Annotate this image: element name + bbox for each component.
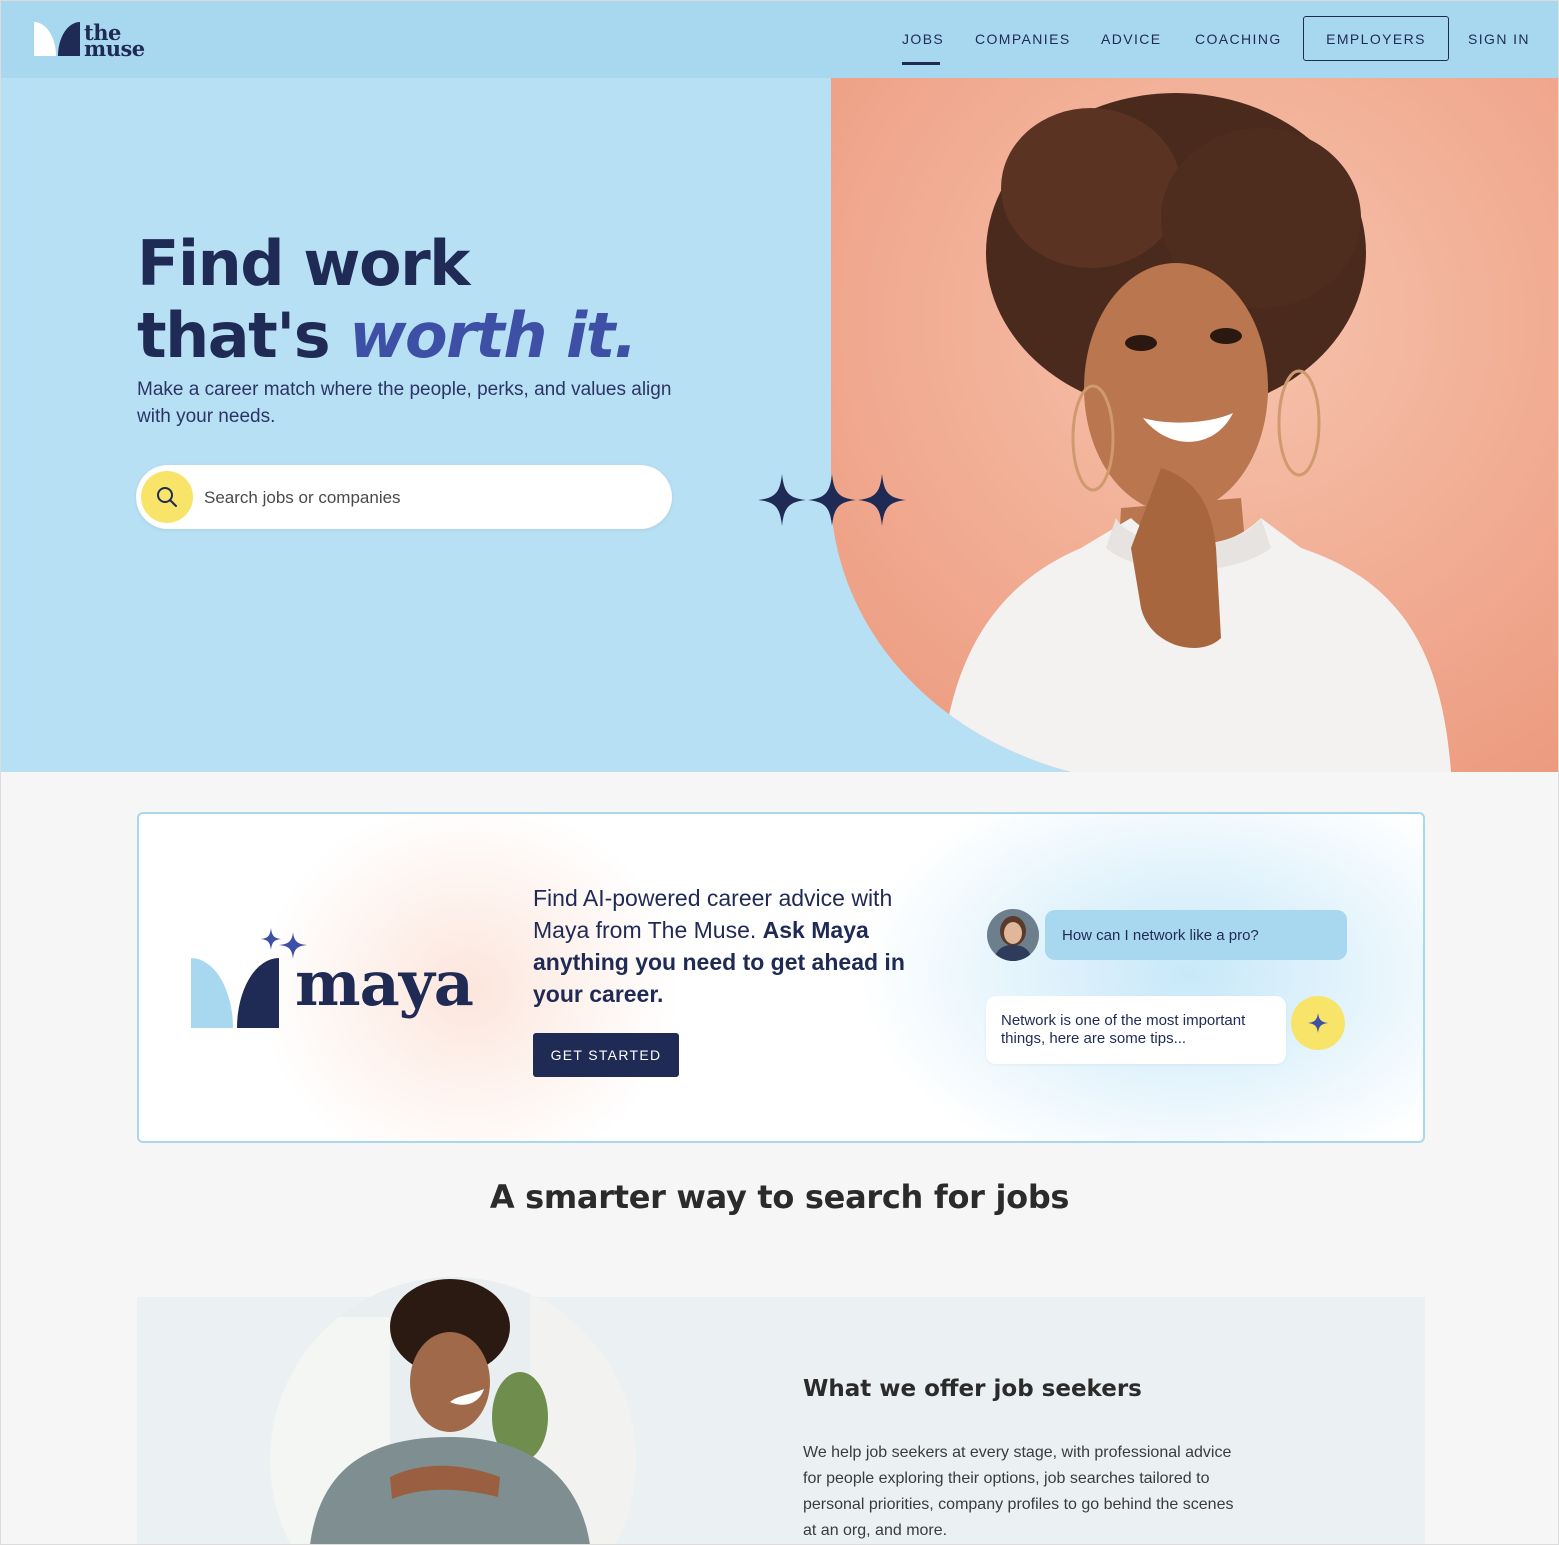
sparkle-icon bbox=[1308, 1013, 1328, 1033]
nav-link-companies[interactable]: COMPANIES bbox=[975, 31, 1071, 47]
sparkles-decoration bbox=[758, 474, 906, 526]
chat-question-bubble: How can I network like a pro? bbox=[1045, 910, 1347, 960]
search-bar bbox=[136, 465, 672, 529]
maya-logo-shape-light bbox=[191, 958, 233, 1028]
logo-shape-dark bbox=[58, 22, 80, 56]
maya-logo-shape-dark bbox=[237, 958, 279, 1028]
search-button[interactable] bbox=[141, 471, 193, 523]
section-title: A smarter way to search for jobs bbox=[489, 1178, 1070, 1216]
hero-title-line2: that's bbox=[137, 299, 350, 372]
nav-active-indicator bbox=[902, 62, 940, 65]
offer-description: We help job seekers at every stage, with… bbox=[803, 1444, 1234, 1539]
employers-button[interactable]: EMPLOYERS bbox=[1303, 16, 1449, 61]
nav-link-advice[interactable]: ADVICE bbox=[1101, 31, 1162, 47]
hero-title-line1: Find work bbox=[137, 227, 470, 300]
hero-title-accent: worth it. bbox=[349, 299, 637, 372]
top-navigation: the muse JOBS COMPANIES ADVICE COACHING … bbox=[0, 0, 1559, 78]
sign-in-link[interactable]: SIGN IN bbox=[1468, 31, 1530, 47]
maya-logo-word: maya bbox=[295, 947, 474, 1020]
get-started-button[interactable]: GET STARTED bbox=[533, 1033, 679, 1077]
sparkle-icon bbox=[858, 474, 906, 526]
nav-link-coaching[interactable]: COACHING bbox=[1195, 31, 1282, 47]
search-input[interactable] bbox=[202, 477, 656, 519]
offer-title: What we offer job seekers bbox=[803, 1376, 1142, 1402]
the-muse-logo[interactable]: the muse bbox=[34, 22, 154, 62]
sparkle-icon bbox=[758, 474, 806, 526]
maya-assistant-badge bbox=[1291, 996, 1345, 1050]
maya-promo-card: maya Find AI-powered career advice with … bbox=[137, 812, 1425, 1143]
hero-subtitle: Make a career match where the people, pe… bbox=[137, 379, 672, 427]
nav-link-jobs[interactable]: JOBS bbox=[902, 31, 944, 47]
hero-section: Find work that's worth it. Make a career… bbox=[0, 78, 1559, 772]
hero-title: Find work that's worth it. bbox=[137, 227, 637, 372]
logo-text-muse: muse bbox=[84, 36, 145, 61]
logo-shape-light bbox=[34, 22, 56, 56]
user-avatar bbox=[987, 909, 1039, 961]
search-icon bbox=[157, 487, 177, 507]
job-seeker-photo bbox=[270, 1277, 636, 1545]
sparkle-icon bbox=[808, 474, 856, 526]
maya-description: Find AI-powered career advice with Maya … bbox=[533, 882, 933, 1010]
hero-woman-photo bbox=[831, 78, 1559, 772]
chat-answer-bubble: Network is one of the most important thi… bbox=[986, 996, 1286, 1064]
maya-logo: maya bbox=[191, 926, 474, 1036]
